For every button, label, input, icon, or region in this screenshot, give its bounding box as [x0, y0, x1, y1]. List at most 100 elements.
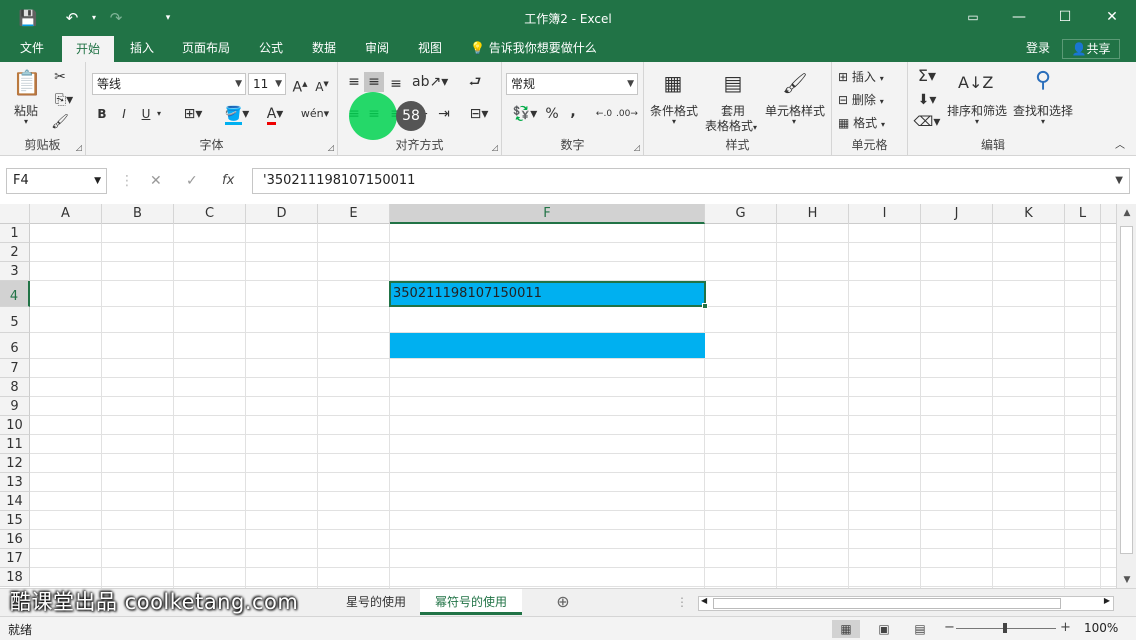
column-header-j[interactable]: J — [921, 204, 993, 224]
zoom-level[interactable]: 100% — [1084, 621, 1118, 635]
row-header-12[interactable]: 12 — [0, 454, 30, 473]
underline-dropdown-icon[interactable]: ▾ — [154, 104, 164, 124]
comma-button[interactable]: , — [566, 102, 580, 122]
sheet-tab-asterisk[interactable]: 星号的使用 — [336, 589, 416, 615]
italic-button[interactable]: I — [116, 104, 132, 124]
normal-view-icon[interactable]: ▦ — [832, 620, 860, 638]
tab-formulas[interactable]: 公式 — [246, 36, 296, 62]
scroll-down-icon[interactable]: ▼ — [1117, 575, 1136, 585]
page-layout-view-icon[interactable]: ▣ — [870, 620, 898, 638]
insert-cells-button[interactable]: ⊞ 插入 ▾ — [838, 68, 904, 85]
maximize-button[interactable]: ☐ — [1050, 6, 1080, 28]
underline-button[interactable]: U — [138, 104, 154, 124]
column-header-k[interactable]: K — [993, 204, 1065, 224]
column-header-l[interactable]: L — [1065, 204, 1101, 224]
decrease-font-icon[interactable]: A▼ — [312, 74, 332, 97]
align-top-icon[interactable]: ≡ — [344, 72, 364, 92]
delete-cells-button[interactable]: ⊟ 删除 ▾ — [838, 91, 904, 108]
row-header-16[interactable]: 16 — [0, 530, 30, 549]
active-cell-f4[interactable]: 350211198107150011 — [389, 281, 708, 309]
autosum-icon[interactable]: Σ▾ — [912, 66, 942, 86]
font-name-combo[interactable]: 等线 ▼ — [92, 73, 246, 95]
column-header-b[interactable]: B — [102, 204, 174, 224]
minimize-button[interactable]: — — [1004, 6, 1034, 28]
login-link[interactable]: 登录 — [1026, 36, 1050, 60]
format-as-table-label-2[interactable]: 表格格式▾ — [700, 117, 762, 134]
font-color-icon[interactable]: A▾ — [258, 104, 292, 125]
row-header-14[interactable]: 14 — [0, 492, 30, 511]
column-header-c[interactable]: C — [174, 204, 246, 224]
tell-me-box[interactable]: 💡 告诉我你想要做什么 — [470, 36, 597, 60]
clear-icon[interactable]: ⌫▾ — [912, 112, 942, 132]
cancel-icon[interactable]: ✕ — [150, 168, 162, 194]
format-cells-button[interactable]: ▦ 格式 ▾ — [838, 114, 904, 131]
column-header-i[interactable]: I — [849, 204, 921, 224]
row-header-3[interactable]: 3 — [0, 262, 30, 281]
number-launcher-icon[interactable]: ◿ — [634, 143, 640, 152]
sort-filter-dropdown-icon[interactable]: ▾ — [971, 117, 983, 126]
page-break-view-icon[interactable]: ▤ — [906, 620, 934, 638]
share-button[interactable]: 👤共享 — [1062, 39, 1120, 59]
number-format-combo[interactable]: 常规 ▼ — [506, 73, 638, 95]
wrap-text-icon[interactable]: ⮐ — [464, 72, 486, 92]
column-header-f[interactable]: F — [390, 204, 705, 224]
row-header-7[interactable]: 7 — [0, 359, 30, 378]
row-header-2[interactable]: 2 — [0, 243, 30, 262]
column-header-d[interactable]: D — [246, 204, 318, 224]
tab-home[interactable]: 开始 — [62, 36, 114, 62]
phonetic-icon[interactable]: wén▾ — [298, 104, 332, 124]
zoom-in-button[interactable]: + — [1060, 620, 1071, 635]
bold-button[interactable]: B — [94, 104, 110, 124]
tab-file[interactable]: 文件 — [6, 36, 58, 62]
decrease-decimal-icon[interactable]: .00→ — [616, 104, 638, 124]
horizontal-scrollbar[interactable]: ◀ ▶ — [698, 596, 1114, 611]
scroll-left-icon[interactable]: ◀ — [701, 596, 707, 605]
tab-review[interactable]: 审阅 — [352, 36, 402, 62]
row-header-8[interactable]: 8 — [0, 378, 30, 397]
ribbon-display-options-icon[interactable]: ▭ — [958, 6, 988, 28]
add-sheet-icon[interactable]: ⊕ — [552, 589, 574, 615]
column-header-a[interactable]: A — [30, 204, 102, 224]
row-header-18[interactable]: 18 — [0, 568, 30, 587]
close-button[interactable]: ✕ — [1097, 6, 1127, 28]
percent-button[interactable]: % — [544, 104, 560, 124]
merge-center-icon[interactable]: ⊟▾ — [464, 104, 494, 124]
font-size-combo[interactable]: 11 ▼ — [248, 73, 286, 95]
find-icon[interactable]: ⚲ — [1028, 66, 1058, 96]
column-header-e[interactable]: E — [318, 204, 390, 224]
name-box[interactable]: F4 ▼ — [6, 168, 107, 194]
vertical-scrollbar[interactable]: ▲ ▼ — [1116, 204, 1136, 588]
insert-function-icon[interactable]: fx — [222, 168, 234, 194]
format-as-table-icon[interactable]: ▤ — [718, 68, 748, 98]
cell-styles-icon[interactable]: 🖌 — [780, 68, 810, 98]
paste-dropdown-icon[interactable]: ▾ — [20, 117, 32, 126]
select-all-corner[interactable] — [0, 204, 30, 224]
row-header-1[interactable]: 1 — [0, 224, 30, 243]
find-select-dropdown-icon[interactable]: ▾ — [1037, 117, 1049, 126]
align-bottom-icon[interactable]: ≡ — [386, 74, 406, 94]
worksheet-grid[interactable]: ABCDEFGHIJKL 1 2 3 4 5 6 7 8 9 10 11 12 13 14 15 16 17 18… — [0, 204, 1136, 588]
copy-icon[interactable]: ⎘▾ — [50, 90, 78, 110]
increase-indent-icon[interactable]: ⇥ — [434, 104, 454, 124]
split-handle-icon[interactable]: ⋮ — [676, 589, 688, 615]
tab-data[interactable]: 数据 — [298, 36, 350, 62]
increase-decimal-icon[interactable]: ←.0 — [594, 104, 614, 124]
clipboard-launcher-icon[interactable]: ◿ — [76, 143, 82, 152]
conditional-format-dropdown-icon[interactable]: ▾ — [668, 117, 680, 126]
sheet-tab-power[interactable]: 幂符号的使用 — [420, 589, 522, 615]
expand-formula-icon[interactable]: ▼ — [1115, 169, 1123, 193]
fill-color-icon[interactable]: 🪣▾ — [220, 104, 254, 125]
cut-icon[interactable]: ✂ — [50, 67, 70, 87]
align-middle-icon[interactable]: ≡ — [364, 72, 384, 92]
row-header-9[interactable]: 9 — [0, 397, 30, 416]
row-header-6[interactable]: 6 — [0, 333, 30, 359]
scroll-up-icon[interactable]: ▲ — [1117, 208, 1136, 218]
zoom-slider-thumb[interactable] — [1003, 623, 1007, 633]
format-painter-icon[interactable]: 🖌 — [50, 112, 70, 132]
tab-view[interactable]: 视图 — [405, 36, 455, 62]
row-header-10[interactable]: 10 — [0, 416, 30, 435]
column-header-g[interactable]: G — [705, 204, 777, 224]
row-header-17[interactable]: 17 — [0, 549, 30, 568]
enter-icon[interactable]: ✓ — [186, 168, 198, 194]
increase-font-icon[interactable]: A▲ — [290, 74, 310, 98]
